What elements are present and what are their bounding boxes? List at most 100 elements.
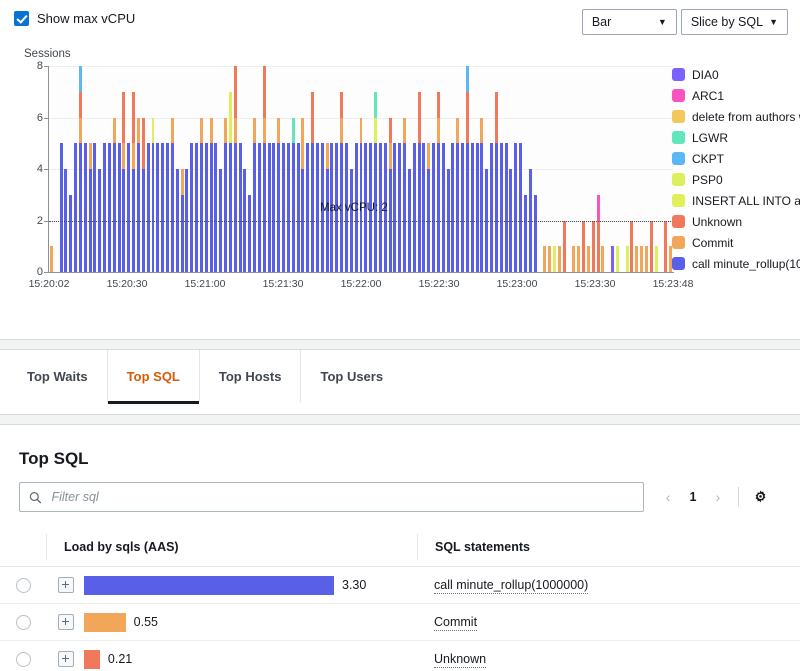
chart-bar[interactable] xyxy=(243,66,246,272)
chart-bar[interactable] xyxy=(422,66,425,272)
chart-bar[interactable] xyxy=(205,66,208,272)
chart-bar[interactable] xyxy=(476,66,479,272)
row-radio-button[interactable] xyxy=(16,578,31,593)
chart-bar[interactable] xyxy=(103,66,106,272)
chart-bar[interactable] xyxy=(210,66,213,272)
chart-bar[interactable] xyxy=(287,66,290,272)
chart-bar[interactable] xyxy=(389,66,392,272)
chart-bar[interactable] xyxy=(147,66,150,272)
chart-bar[interactable] xyxy=(505,66,508,272)
chart-bar[interactable] xyxy=(161,66,164,272)
chart-bar[interactable] xyxy=(350,66,353,272)
chart-bar[interactable] xyxy=(374,66,377,272)
legend-item[interactable]: Commit xyxy=(672,232,800,253)
chart-bar[interactable] xyxy=(224,66,227,272)
chart-bar[interactable] xyxy=(418,66,421,272)
chart-bar[interactable] xyxy=(258,66,261,272)
chart-bar[interactable] xyxy=(413,66,416,272)
chart-bar[interactable] xyxy=(79,66,82,272)
chart-bar[interactable] xyxy=(447,66,450,272)
chart-bar[interactable] xyxy=(514,66,517,272)
chart-bar[interactable] xyxy=(316,66,319,272)
chart-bar[interactable] xyxy=(553,66,556,272)
chart-bar[interactable] xyxy=(471,66,474,272)
tab-top-hosts[interactable]: Top Hosts xyxy=(200,350,302,402)
sql-statement-link[interactable]: Commit xyxy=(434,614,477,631)
legend-item[interactable]: ARC1 xyxy=(672,85,800,106)
page-number-1[interactable]: 1 xyxy=(682,490,704,504)
expand-row-icon[interactable] xyxy=(58,614,74,630)
chart-type-dropdown[interactable]: Bar ▼ xyxy=(582,9,677,35)
chart-bar[interactable] xyxy=(122,66,125,272)
chart-bar[interactable] xyxy=(239,66,242,272)
chart-bar[interactable] xyxy=(234,66,237,272)
next-page-button[interactable]: › xyxy=(707,484,729,510)
chart-bar[interactable] xyxy=(181,66,184,272)
chart-bar[interactable] xyxy=(64,66,67,272)
chart-bar[interactable] xyxy=(69,66,72,272)
legend-item[interactable]: INSERT ALL INTO au xyxy=(672,190,800,211)
chart-bar[interactable] xyxy=(432,66,435,272)
chart-bar[interactable] xyxy=(142,66,145,272)
chart-bar[interactable] xyxy=(311,66,314,272)
chart-bar[interactable] xyxy=(403,66,406,272)
chart-bar[interactable] xyxy=(195,66,198,272)
chart-bar[interactable] xyxy=(640,66,643,272)
chart-bar[interactable] xyxy=(229,66,232,272)
chart-bar[interactable] xyxy=(509,66,512,272)
chart-bar[interactable] xyxy=(456,66,459,272)
chart-bar[interactable] xyxy=(263,66,266,272)
chart-bar[interactable] xyxy=(89,66,92,272)
expand-row-icon[interactable] xyxy=(58,577,74,593)
chart-bar[interactable] xyxy=(190,66,193,272)
chart-bar[interactable] xyxy=(156,66,159,272)
chart-bar[interactable] xyxy=(176,66,179,272)
sql-statement-link[interactable]: call minute_rollup(1000000) xyxy=(434,577,588,594)
legend-item[interactable]: Unknown xyxy=(672,211,800,232)
chart-bar[interactable] xyxy=(655,66,658,272)
chart-bar[interactable] xyxy=(98,66,101,272)
chart-bar[interactable] xyxy=(74,66,77,272)
chart-bar[interactable] xyxy=(282,66,285,272)
chart-bar[interactable] xyxy=(485,66,488,272)
chart-bar[interactable] xyxy=(200,66,203,272)
row-radio-button[interactable] xyxy=(16,615,31,630)
chart-bar[interactable] xyxy=(519,66,522,272)
chart-bar[interactable] xyxy=(369,66,372,272)
sql-statement-link[interactable]: Unknown xyxy=(434,651,486,668)
chart-bar[interactable] xyxy=(185,66,188,272)
chart-bar[interactable] xyxy=(490,66,493,272)
slice-by-dropdown[interactable]: Slice by SQL ▼ xyxy=(681,9,788,35)
chart-bar[interactable] xyxy=(84,66,87,272)
chart-bar[interactable] xyxy=(171,66,174,272)
chart-bar[interactable] xyxy=(563,66,566,272)
chart-bar[interactable] xyxy=(277,66,280,272)
chart-bar[interactable] xyxy=(360,66,363,272)
chart-bar[interactable] xyxy=(292,66,295,272)
chart-bar[interactable] xyxy=(645,66,648,272)
chart-bar[interactable] xyxy=(321,66,324,272)
chart-bar[interactable] xyxy=(442,66,445,272)
chart-bar[interactable] xyxy=(626,66,629,272)
chart-bar[interactable] xyxy=(379,66,382,272)
chart-bar[interactable] xyxy=(253,66,256,272)
chart-bar[interactable] xyxy=(408,66,411,272)
chart-bar[interactable] xyxy=(587,66,590,272)
chart-bar[interactable] xyxy=(219,66,222,272)
previous-page-button[interactable]: ‹ xyxy=(657,484,679,510)
chart-bar[interactable] xyxy=(335,66,338,272)
chart-bar[interactable] xyxy=(500,66,503,272)
chart-bar[interactable] xyxy=(597,66,600,272)
chart-bar[interactable] xyxy=(118,66,121,272)
chart-plot-area[interactable]: Max vCPU: 2 xyxy=(49,66,673,272)
chart-bar[interactable] xyxy=(330,66,333,272)
chart-bar[interactable] xyxy=(466,66,469,272)
chart-bar[interactable] xyxy=(437,66,440,272)
chart-bar[interactable] xyxy=(572,66,575,272)
chart-bar[interactable] xyxy=(398,66,401,272)
chart-bar[interactable] xyxy=(340,66,343,272)
chart-bar[interactable] xyxy=(384,66,387,272)
legend-item[interactable]: CKPT xyxy=(672,148,800,169)
settings-gear-button[interactable] xyxy=(748,485,772,509)
chart-bar[interactable] xyxy=(529,66,532,272)
